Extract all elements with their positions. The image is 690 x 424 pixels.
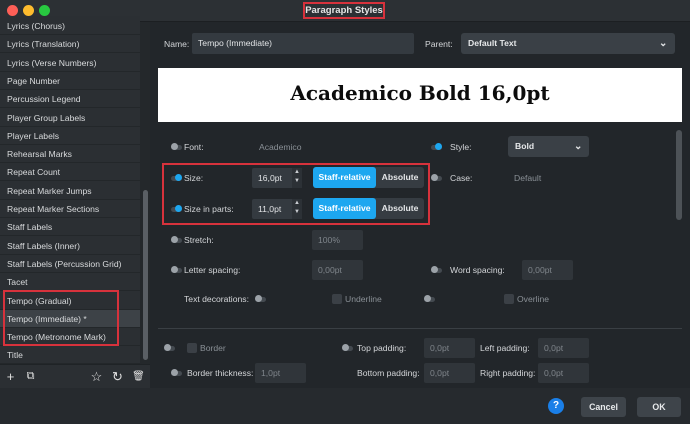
parent-dropdown[interactable]: Default Text ⌄ [461,33,675,54]
font-preview: Academico Bold 16,0pt [158,68,682,122]
chevron-down-icon: ⌄ [659,38,668,49]
left-padding-label: Left padding: [480,343,530,353]
close-window-button[interactable] [7,5,18,16]
word-spacing-toggle[interactable] [431,265,442,276]
word-spacing-input[interactable]: 0,00pt [522,260,573,280]
style-list-item[interactable]: Tacet [0,273,140,292]
letter-spacing-label: Letter spacing: [184,265,241,275]
border-label: Border [200,343,226,353]
style-list-item[interactable]: Repeat Marker Jumps [0,182,140,200]
size-input[interactable]: 16,0pt [252,168,294,188]
border-thickness-label: Border thickness: [187,368,254,378]
left-padding-input[interactable]: 0,0pt [538,338,589,358]
minimize-window-button[interactable] [23,5,34,16]
parts-staff-relative-button[interactable]: Staff-relative [313,198,376,219]
font-label: Font: [184,142,204,152]
ok-button[interactable]: OK [637,397,681,417]
right-padding-input[interactable]: 0,0pt [538,363,589,383]
overline-checkbox[interactable] [504,294,514,304]
help-icon[interactable]: ? [548,398,564,414]
letter-spacing-toggle[interactable] [171,265,182,276]
style-list-item[interactable]: Repeat Count [0,163,140,182]
top-padding-label: Top padding: [357,343,407,353]
size-staff-relative-button[interactable]: Staff-relative [313,167,376,188]
word-spacing-label: Word spacing: [450,265,505,275]
case-value: Default [514,173,542,183]
style-list-item[interactable]: Lyrics (Verse Numbers) [0,54,140,72]
window-title: Paragraph Styles [303,2,385,19]
size-label: Size: [184,173,204,183]
case-toggle[interactable] [431,173,442,184]
top-padding-toggle[interactable] [342,343,353,354]
style-list-item[interactable]: Title [0,346,140,365]
stretch-toggle[interactable] [171,235,182,246]
add-style-icon[interactable]: + [3,369,18,384]
parts-absolute-button[interactable]: Absolute [376,198,424,219]
style-list-item[interactable]: Percussion Legend [0,90,140,109]
border-thickness-input[interactable]: 1,0pt [255,363,306,383]
size-mode-segment: Staff-relative Absolute [313,167,424,188]
overline-toggle[interactable] [424,294,435,305]
style-list-item[interactable]: Page Number [0,72,140,90]
overline-label: Overline [517,294,549,304]
style-dropdown-value: Bold [515,141,535,151]
size-stepper[interactable]: ▲ ▼ [292,168,302,188]
style-list-item[interactable]: Lyrics (Chorus) [0,17,140,35]
style-label: Style: [450,142,472,152]
chevron-down-icon: ⌄ [574,141,583,152]
underline-toggle[interactable] [255,294,266,305]
style-list-item[interactable]: Repeat Marker Sections [0,200,140,218]
underline-label: Underline [345,294,382,304]
style-list-item[interactable]: Staff Labels [0,218,140,237]
border-thickness-toggle[interactable] [171,368,182,379]
size-in-parts-label: Size in parts: [184,204,234,214]
top-padding-input[interactable]: 0,0pt [424,338,475,358]
stretch-label: Stretch: [184,235,214,245]
style-dropdown[interactable]: Bold ⌄ [508,136,589,157]
highlight-tempo-styles [3,290,119,346]
style-list-scroll-thumb[interactable] [143,190,148,360]
font-toggle[interactable] [171,142,182,153]
style-toggle[interactable] [431,142,442,153]
delete-style-icon[interactable]: 🗑 [131,369,146,384]
style-list-item[interactable]: Player Group Labels [0,109,140,127]
parent-label: Parent: [425,39,453,49]
letter-spacing-input[interactable]: 0,00pt [312,260,363,280]
duplicate-style-icon[interactable]: ⧉ [23,369,38,384]
properties-scrollbar[interactable] [676,130,682,220]
bottom-padding-input[interactable]: 0,0pt [424,363,475,383]
border-toggle[interactable] [164,343,175,354]
size-in-parts-mode-segment: Staff-relative Absolute [313,198,424,219]
size-in-parts-toggle[interactable] [171,204,182,215]
stretch-input[interactable]: 100% [312,230,363,250]
size-in-parts-input[interactable]: 11,0pt [252,199,294,219]
style-list-item[interactable]: Player Labels [0,127,140,145]
border-checkbox[interactable] [187,343,197,353]
preview-text: Academico Bold 16,0pt [290,81,550,105]
favorite-star-icon[interactable]: ☆ [89,369,104,384]
case-label: Case: [450,173,473,183]
style-list-toolbar: + ⧉ ☆ ↻ 🗑 [0,364,150,388]
size-toggle[interactable] [171,173,182,184]
underline-checkbox[interactable] [332,294,342,304]
name-field[interactable]: Tempo (Immediate) [192,33,414,54]
style-list-item[interactable]: Lyrics (Translation) [0,35,140,54]
style-list-item[interactable]: Staff Labels (Percussion Grid) [0,255,140,273]
right-padding-label: Right padding: [480,368,536,378]
zoom-window-button[interactable] [39,5,50,16]
name-label: Name: [164,39,190,49]
style-list-item[interactable]: Rehearsal Marks [0,145,140,164]
font-value: Academico [259,142,302,152]
text-decorations-label: Text decorations: [184,294,249,304]
size-in-parts-stepper[interactable]: ▲ ▼ [292,199,302,219]
style-list-item[interactable]: Staff Labels (Inner) [0,237,140,255]
bottom-padding-label: Bottom padding: [357,368,420,378]
cancel-button[interactable]: Cancel [581,397,626,417]
reset-style-icon[interactable]: ↻ [110,369,125,384]
size-absolute-button[interactable]: Absolute [376,167,424,188]
section-divider [158,328,682,329]
parent-dropdown-value: Default Text [468,38,517,48]
